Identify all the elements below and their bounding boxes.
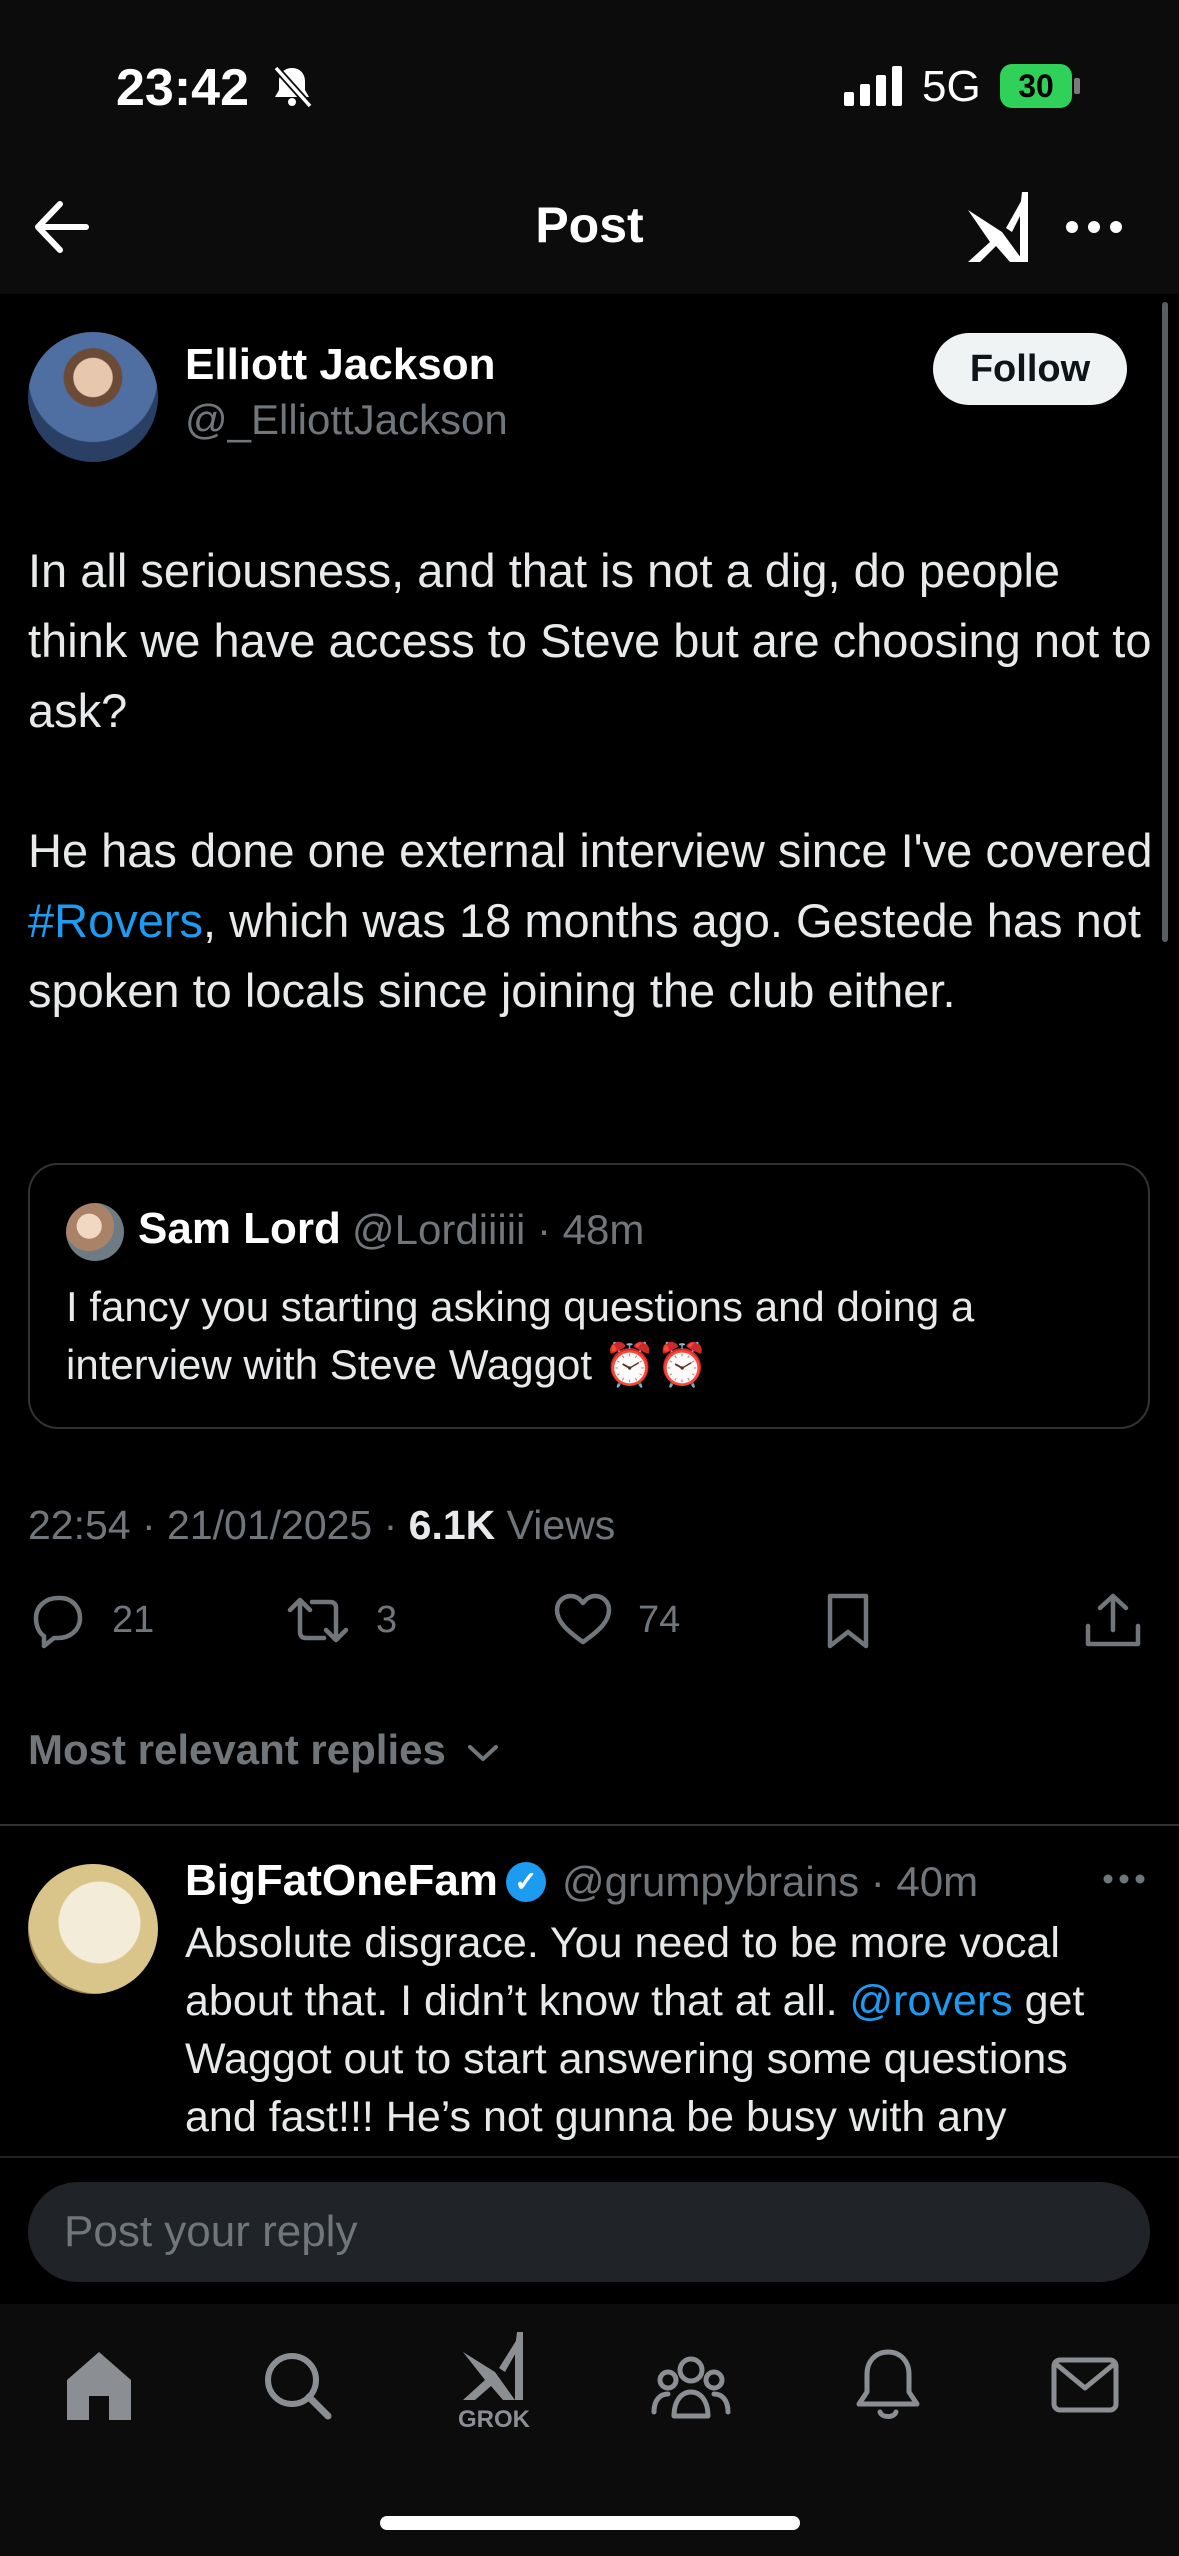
repost-count: 3 bbox=[376, 1598, 398, 1641]
like-count: 74 bbox=[638, 1598, 681, 1641]
signal-icon bbox=[844, 66, 906, 106]
search-tab-icon[interactable] bbox=[252, 2340, 342, 2430]
author-name[interactable]: Elliott Jackson bbox=[185, 340, 496, 390]
grok-icon[interactable] bbox=[962, 190, 1034, 264]
reply-action[interactable]: 21 bbox=[28, 1590, 154, 1660]
quote-text: I fancy you starting asking questions an… bbox=[66, 1283, 975, 1388]
repost-action[interactable]: 3 bbox=[284, 1590, 397, 1660]
quote-author-avatar bbox=[66, 1203, 124, 1261]
heart-icon bbox=[552, 1590, 614, 1650]
notifications-tab-icon[interactable] bbox=[843, 2340, 933, 2430]
silent-bell-icon bbox=[270, 64, 314, 110]
author-handle[interactable]: @_ElliottJackson bbox=[185, 396, 508, 444]
replies-sort-dropdown[interactable]: Most relevant replies bbox=[28, 1726, 500, 1774]
battery-indicator: 30 bbox=[1000, 64, 1072, 108]
post-meta: 22:54 · 21/01/2025 · 6.1K Views bbox=[28, 1502, 615, 1549]
reply-icon bbox=[28, 1590, 88, 1650]
hashtag-link[interactable]: #Rovers bbox=[28, 894, 203, 947]
post-timestamp: 22:54 · 21/01/2025 · bbox=[28, 1502, 409, 1548]
replies-sort-label: Most relevant replies bbox=[28, 1726, 446, 1773]
reply-more-icon[interactable] bbox=[1102, 1872, 1146, 1886]
reply-text: Absolute disgrace. You need to be more v… bbox=[185, 1914, 1145, 2156]
quote-author-name: Sam Lord bbox=[138, 1204, 341, 1253]
communities-tab-icon[interactable] bbox=[646, 2340, 736, 2430]
network-label: 5G bbox=[922, 62, 981, 111]
reply-meta: @grumpybrains · 40m bbox=[562, 1858, 979, 1905]
home-indicator[interactable] bbox=[380, 2516, 800, 2530]
grok-tab-icon[interactable] bbox=[449, 2328, 539, 2418]
post-text: In all seriousness, and that is not a di… bbox=[28, 536, 1158, 1026]
messages-tab-icon[interactable] bbox=[1040, 2340, 1130, 2430]
follow-button[interactable]: Follow bbox=[933, 333, 1127, 405]
grok-tab-label: GROK bbox=[458, 2406, 530, 2433]
home-tab-icon[interactable] bbox=[54, 2340, 144, 2430]
bookmark-icon[interactable] bbox=[820, 1590, 876, 1660]
verified-badge-icon: ✓ bbox=[506, 1862, 546, 1902]
repost-icon bbox=[284, 1590, 352, 1650]
chevron-down-icon bbox=[466, 1741, 500, 1765]
reply-item[interactable]: BigFatOneFam ✓ @grumpybrains · 40m Absol… bbox=[0, 1840, 1179, 2156]
battery-cap bbox=[1074, 78, 1080, 94]
views-count: 6.1K bbox=[408, 1502, 496, 1548]
reply-author-avatar[interactable] bbox=[28, 1864, 158, 1994]
author-avatar[interactable] bbox=[28, 332, 158, 462]
quote-meta: @Lordiiiii · 48m bbox=[352, 1206, 645, 1253]
reply-input[interactable] bbox=[28, 2182, 1150, 2282]
divider bbox=[0, 1824, 1179, 1826]
views-label: Views bbox=[495, 1502, 616, 1548]
post-text-part1: In all seriousness, and that is not a di… bbox=[28, 544, 1153, 877]
reply-author-name[interactable]: BigFatOneFam bbox=[185, 1856, 498, 1906]
like-action[interactable]: 74 bbox=[552, 1590, 680, 1660]
share-icon[interactable] bbox=[1082, 1590, 1144, 1660]
more-options-icon[interactable] bbox=[1064, 210, 1124, 244]
reply-count: 21 bbox=[112, 1598, 155, 1641]
mention-link[interactable]: @rovers bbox=[850, 1977, 1013, 2025]
status-time: 23:42 bbox=[116, 59, 249, 117]
